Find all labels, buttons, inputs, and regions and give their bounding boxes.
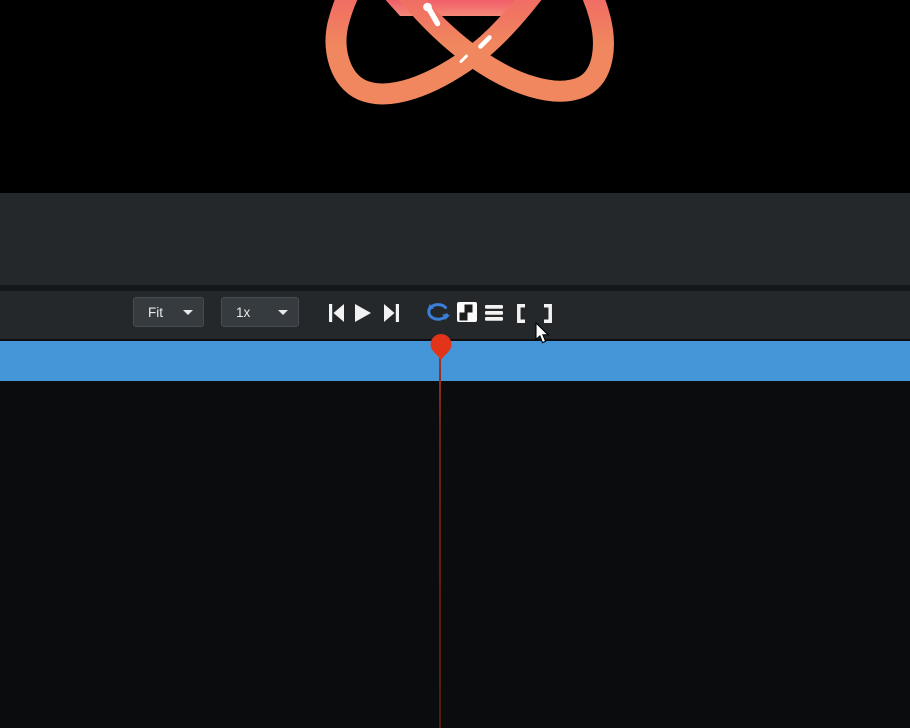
play-icon xyxy=(355,304,371,322)
mark-in-bracket-icon xyxy=(515,304,526,323)
skip-to-start-icon xyxy=(329,304,344,322)
mark-out-button[interactable] xyxy=(542,303,554,323)
playhead-line xyxy=(439,358,441,728)
ribbon-animation-frame xyxy=(0,0,910,193)
player-toolbar: Fit 1x xyxy=(0,291,910,339)
zoom-fit-dropdown-value: Fit xyxy=(148,305,163,320)
playback-speed-dropdown[interactable]: 1x xyxy=(221,297,299,327)
lower-panel xyxy=(0,381,910,728)
preview-canvas xyxy=(0,0,910,193)
playback-speed-dropdown-value: 1x xyxy=(236,305,250,320)
loop-toggle-button[interactable] xyxy=(424,302,450,324)
frame-list-icon xyxy=(485,305,503,321)
skip-to-end-icon xyxy=(384,304,399,322)
zoom-fit-dropdown[interactable]: Fit xyxy=(133,297,204,327)
timeline-track[interactable] xyxy=(0,341,910,381)
mark-in-button[interactable] xyxy=(514,303,526,323)
frame-list-button[interactable] xyxy=(484,304,503,321)
skip-to-start-button[interactable] xyxy=(328,303,344,322)
chevron-down-icon xyxy=(278,310,288,315)
play-button[interactable] xyxy=(354,303,371,322)
upper-panel-strip xyxy=(0,193,910,285)
playhead[interactable] xyxy=(428,334,454,362)
skip-to-end-button[interactable] xyxy=(383,303,399,322)
player-window: Fit 1x xyxy=(0,0,910,728)
background-toggle-button[interactable] xyxy=(456,301,477,322)
mouse-cursor-arrow xyxy=(534,322,551,345)
transparency-background-toggle-icon xyxy=(457,302,477,322)
chevron-down-icon xyxy=(183,310,193,315)
loop-icon xyxy=(425,303,450,323)
mark-out-bracket-icon xyxy=(543,304,554,323)
